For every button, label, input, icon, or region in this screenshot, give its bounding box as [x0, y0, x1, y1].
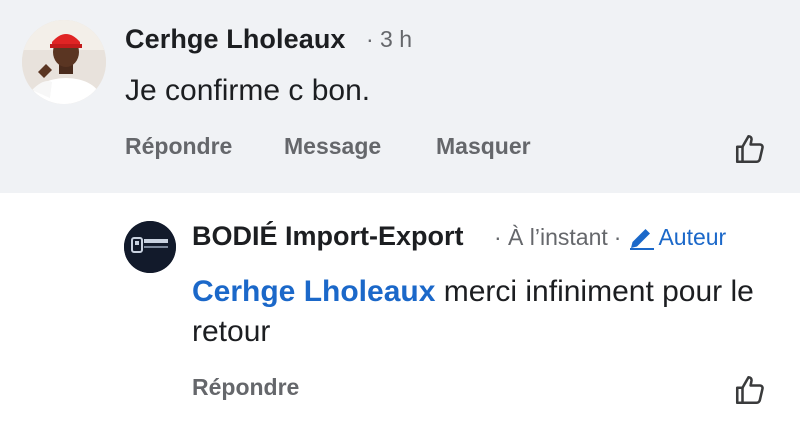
comment-timestamp[interactable]: · 3 h	[366, 26, 412, 53]
reply-timestamp[interactable]: · À l’instant	[494, 224, 608, 251]
thumbs-up-icon[interactable]	[732, 372, 768, 408]
page-avatar[interactable]	[124, 221, 176, 273]
reply-author[interactable]: BODIÉ Import-Export	[192, 221, 464, 252]
message-button[interactable]: Message	[284, 133, 381, 160]
meta-separator: ·	[613, 224, 622, 250]
comment-text: Je confirme c bon.	[125, 74, 371, 107]
reply-meta: · À l’instant · Auteur	[494, 224, 726, 251]
pencil-icon	[630, 228, 655, 250]
author-badge-label: Auteur	[658, 224, 727, 250]
reply-to-reply-button[interactable]: Répondre	[192, 374, 299, 401]
avatar[interactable]	[22, 20, 106, 104]
reply-text: Cerhge Lholeaux merci infiniment pour le…	[192, 272, 782, 352]
thumbs-up-icon[interactable]	[732, 131, 768, 167]
comment-author[interactable]: Cerhge Lholeaux	[125, 24, 346, 55]
mention-link[interactable]: Cerhge Lholeaux	[192, 275, 435, 308]
reply-button[interactable]: Répondre	[125, 133, 232, 160]
author-badge: Auteur	[628, 224, 726, 251]
hide-button[interactable]: Masquer	[436, 133, 531, 160]
